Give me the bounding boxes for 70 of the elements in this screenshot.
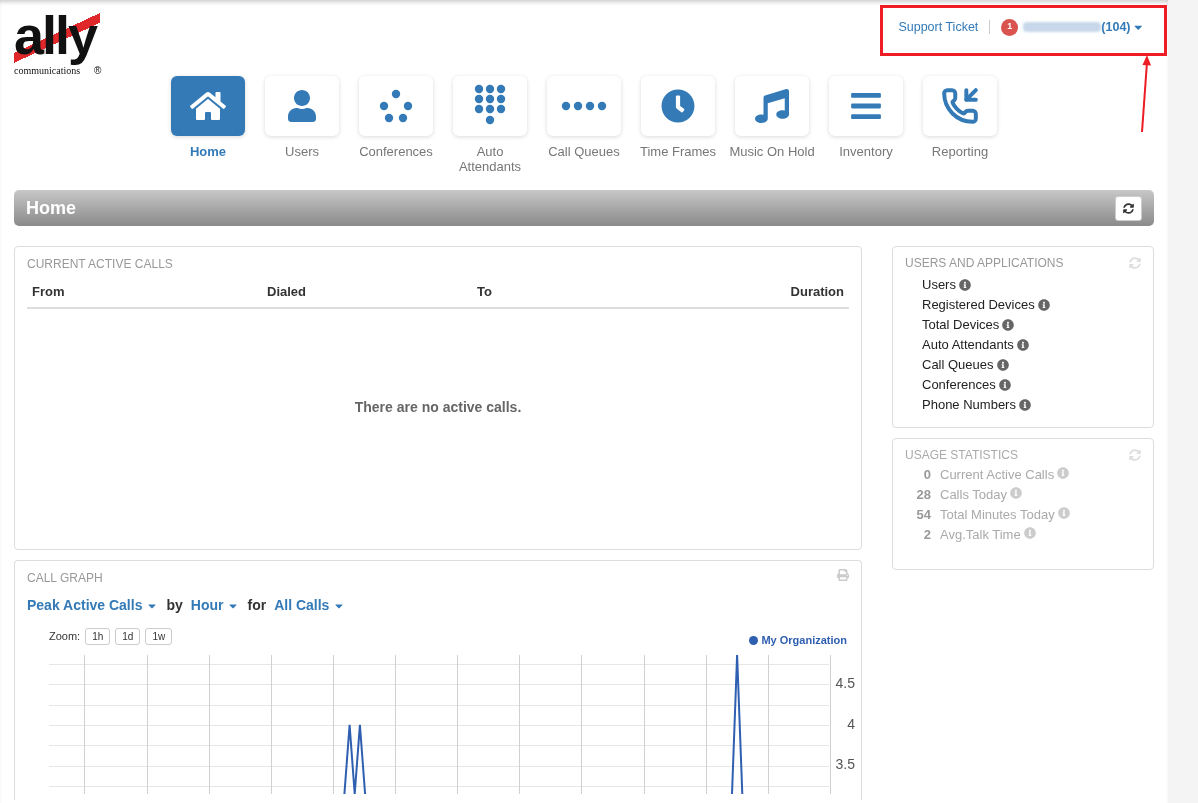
panel-title: CALL GRAPH bbox=[27, 570, 103, 587]
refresh-icon bbox=[1129, 257, 1141, 269]
panel-title: CURRENT ACTIVE CALLS bbox=[27, 256, 174, 273]
nav-label: Conferences bbox=[358, 144, 434, 159]
refresh-icon bbox=[1123, 202, 1134, 214]
page-title: Home bbox=[26, 196, 76, 220]
support-ticket-link[interactable]: Support Ticket bbox=[898, 17, 979, 37]
nav-label: Time Frames bbox=[638, 144, 718, 159]
refresh-icon bbox=[1129, 449, 1141, 461]
zoom-label: Zoom: bbox=[49, 629, 81, 644]
zoom-button[interactable]: 1w bbox=[145, 627, 173, 645]
column-header: To bbox=[477, 283, 493, 301]
info-icon[interactable] bbox=[1018, 399, 1031, 411]
axis-tick-label: 4.5 bbox=[835, 674, 855, 691]
print-icon bbox=[837, 569, 849, 581]
clock-icon bbox=[661, 89, 695, 123]
stat-value: 2 bbox=[922, 527, 931, 543]
panel-title: USAGE STATISTICS bbox=[905, 447, 1018, 464]
stat-label: Conferences bbox=[922, 376, 996, 395]
nav-label: Music On Hold bbox=[728, 144, 816, 159]
graph-dropdown[interactable]: Hour bbox=[190, 595, 240, 616]
graph-dropdown[interactable]: Peak Active Calls bbox=[27, 595, 159, 616]
stat-label: Phone Numbers bbox=[922, 396, 1016, 415]
connector-word: for bbox=[247, 596, 267, 615]
info-icon[interactable] bbox=[1016, 339, 1029, 351]
panel-title: USERS AND APPLICATIONS bbox=[905, 255, 1064, 272]
nav-label: Reporting bbox=[930, 144, 990, 159]
stat-label: Users bbox=[922, 276, 956, 295]
logo-tagline: communications bbox=[14, 65, 81, 77]
dots-icon bbox=[378, 89, 414, 123]
graph-dropdown[interactable]: All Calls bbox=[274, 595, 346, 616]
stat-label: Current Active Calls bbox=[940, 467, 1055, 483]
empty-message: There are no active calls. bbox=[354, 397, 522, 417]
stat-label: Avg.Talk Time bbox=[940, 527, 1021, 543]
registered-mark: ® bbox=[94, 65, 102, 77]
stat-label: Registered Devices bbox=[922, 296, 1035, 315]
info-icon[interactable] bbox=[998, 379, 1011, 391]
column-header: Duration bbox=[790, 283, 844, 301]
stat-label: Total Minutes Today bbox=[940, 507, 1055, 523]
music-note-icon bbox=[755, 89, 789, 123]
stat-label: Total Devices bbox=[922, 316, 1000, 335]
phone-icon bbox=[941, 87, 979, 125]
axis-tick-label: 3.5 bbox=[835, 755, 855, 772]
nav-label: Call Queues bbox=[547, 144, 621, 159]
info-icon[interactable] bbox=[1002, 319, 1015, 331]
connector-word: by bbox=[166, 596, 183, 615]
stat-label: Call Queues bbox=[922, 356, 994, 375]
legend-item[interactable]: My Organization bbox=[749, 632, 847, 649]
column-header: From bbox=[32, 283, 66, 301]
user-icon bbox=[286, 90, 318, 122]
nav-label: Auto Attendants bbox=[457, 144, 523, 174]
refresh-button[interactable] bbox=[1115, 195, 1142, 221]
nav-label: Home bbox=[188, 144, 228, 159]
zoom-button[interactable]: 1h bbox=[85, 627, 111, 645]
zoom-button[interactable]: 1d bbox=[115, 627, 141, 645]
account-menu[interactable]: (104) bbox=[1101, 17, 1144, 37]
info-icon[interactable] bbox=[996, 359, 1009, 371]
info-icon[interactable] bbox=[958, 279, 971, 291]
stat-label: Calls Today bbox=[940, 487, 1007, 503]
stat-label: Auto Attendants bbox=[922, 336, 1014, 355]
stat-value: 54 bbox=[915, 507, 931, 523]
dots-icon bbox=[561, 101, 607, 111]
stat-value: 0 bbox=[922, 467, 931, 483]
nav-label: Inventory bbox=[838, 144, 894, 159]
stat-value: 28 bbox=[915, 487, 931, 503]
axis-tick-label: 4 bbox=[847, 715, 855, 732]
notification-badge: 1 bbox=[1001, 18, 1019, 36]
info-icon[interactable] bbox=[1037, 299, 1050, 311]
nav-label: Users bbox=[284, 144, 320, 159]
column-header: Dialed bbox=[267, 283, 307, 301]
